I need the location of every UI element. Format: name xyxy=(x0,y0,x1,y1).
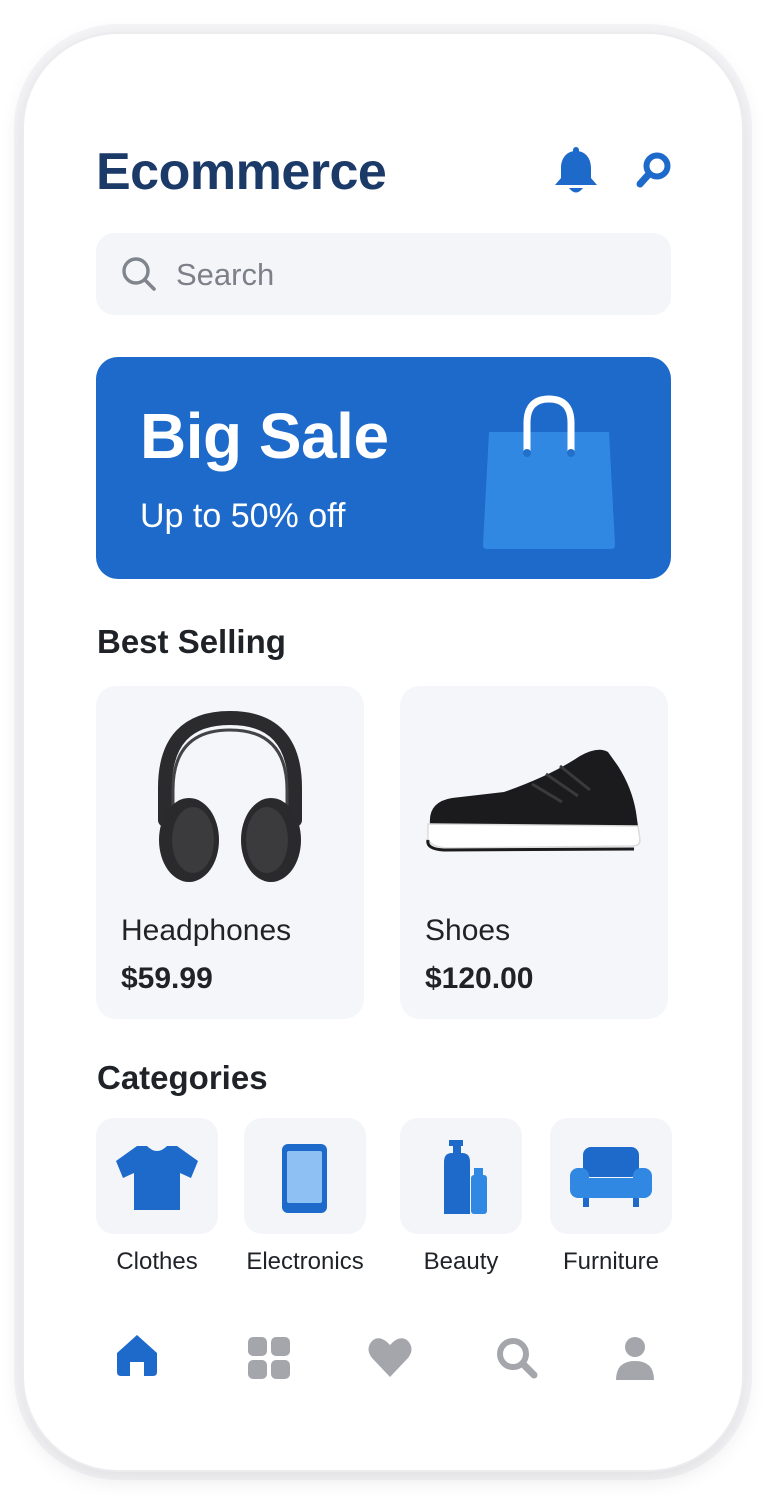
category-furniture[interactable]: Furniture xyxy=(550,1118,672,1276)
nav-profile[interactable] xyxy=(613,1336,657,1387)
category-label: Electronics xyxy=(246,1248,364,1275)
tshirt-icon xyxy=(116,1146,198,1210)
headphones-image xyxy=(158,710,302,882)
tablet-icon xyxy=(282,1144,327,1213)
home-icon xyxy=(117,1335,157,1376)
category-beauty[interactable]: Beauty xyxy=(400,1118,522,1276)
categories-title: Categories xyxy=(97,1059,268,1096)
category-label: Beauty xyxy=(423,1248,499,1275)
search-bar[interactable] xyxy=(96,233,671,315)
bell-icon xyxy=(555,147,597,193)
sneaker-image xyxy=(426,749,641,852)
best-selling-title: Best Selling xyxy=(97,623,286,660)
category-tile xyxy=(96,1118,218,1234)
category-clothes[interactable]: Clothes xyxy=(96,1118,218,1276)
armchair-icon xyxy=(570,1147,652,1207)
notification-button[interactable] xyxy=(552,147,600,202)
category-label: Furniture xyxy=(562,1248,660,1275)
promo-banner[interactable]: Big Sale Up to 50% off xyxy=(96,357,671,579)
nav-categories[interactable] xyxy=(247,1336,291,1385)
phone-volume-down-button xyxy=(14,435,19,530)
category-label: Clothes xyxy=(116,1248,198,1275)
category-tile xyxy=(550,1118,672,1234)
search-icon xyxy=(497,1338,538,1379)
nav-search[interactable] xyxy=(495,1336,539,1385)
product-price: $59.99 xyxy=(121,962,213,995)
profile-icon xyxy=(616,1337,654,1380)
app-screen: Ecommerce Big Sale Up to 50% off xyxy=(56,70,711,1440)
bottles-icon xyxy=(444,1140,487,1214)
category-tile xyxy=(244,1118,366,1234)
search-icon xyxy=(636,152,671,188)
phone-volume-up-button xyxy=(14,315,19,410)
nav-home[interactable] xyxy=(114,1332,160,1383)
category-electronics[interactable]: Electronics xyxy=(244,1118,366,1276)
search-icon xyxy=(122,257,156,291)
header-search-button[interactable] xyxy=(636,151,674,194)
product-card-headphones[interactable]: Headphones $59.99 xyxy=(96,686,364,1019)
banner-subtitle: Up to 50% off xyxy=(140,497,346,535)
search-input[interactable] xyxy=(174,249,648,301)
product-name: Shoes xyxy=(425,914,511,947)
product-name: Headphones xyxy=(121,914,292,947)
phone-power-button xyxy=(746,348,751,500)
grid-icon xyxy=(248,1337,290,1379)
product-price: $120.00 xyxy=(425,962,534,995)
phone-mute-switch xyxy=(14,215,19,267)
product-card-shoes[interactable]: Shoes $120.00 xyxy=(400,686,668,1019)
banner-title: Big Sale xyxy=(140,400,389,472)
shopping-bag-icon xyxy=(483,395,615,549)
app-title: Ecommerce xyxy=(96,143,387,201)
nav-favorites[interactable] xyxy=(367,1336,413,1383)
heart-icon xyxy=(368,1338,412,1377)
category-tile xyxy=(400,1118,522,1234)
